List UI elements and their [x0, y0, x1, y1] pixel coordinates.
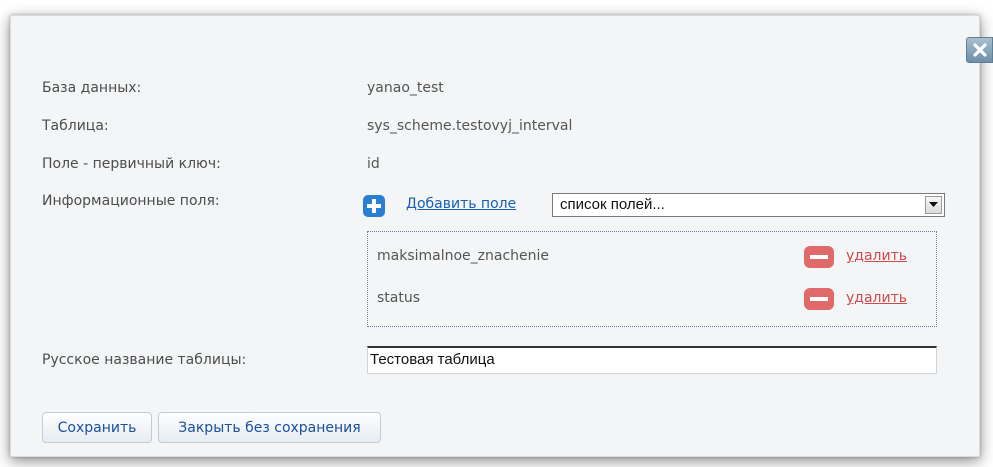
minus-icon[interactable] — [804, 246, 834, 268]
database-value: yanao_test — [367, 80, 444, 96]
fields-select[interactable]: список полей... — [552, 193, 945, 217]
info-fields-label: Информационные поля: — [42, 193, 220, 209]
field-name: maksimalnoe_znachenie — [377, 248, 550, 264]
plus-icon[interactable] — [363, 195, 385, 217]
fields-select-value: список полей... — [560, 196, 665, 213]
table-value: sys_scheme.testovyj_interval — [367, 118, 573, 134]
table-label: Таблица: — [42, 118, 109, 134]
field-name: status — [377, 290, 421, 306]
close-icon — [972, 43, 987, 57]
remove-field-link[interactable]: удалить — [846, 290, 907, 306]
primary-key-value: id — [367, 156, 380, 172]
save-button[interactable]: Сохранить — [42, 412, 152, 443]
russian-name-label: Русское название таблицы: — [42, 352, 247, 368]
close-button[interactable] — [966, 37, 993, 63]
close-without-save-button[interactable]: Закрыть без сохранения — [158, 412, 381, 443]
russian-name-input[interactable]: Тестовая таблица — [367, 346, 937, 374]
selected-fields-list: maksimalnoe_znachenie status — [367, 231, 937, 327]
minus-icon[interactable] — [804, 288, 834, 310]
chevron-down-icon[interactable] — [925, 196, 942, 214]
remove-field-link[interactable]: удалить — [846, 248, 907, 264]
add-field-link[interactable]: Добавить поле — [406, 196, 516, 212]
primary-key-label: Поле - первичный ключ: — [42, 156, 221, 172]
database-label: База данных: — [42, 80, 142, 96]
